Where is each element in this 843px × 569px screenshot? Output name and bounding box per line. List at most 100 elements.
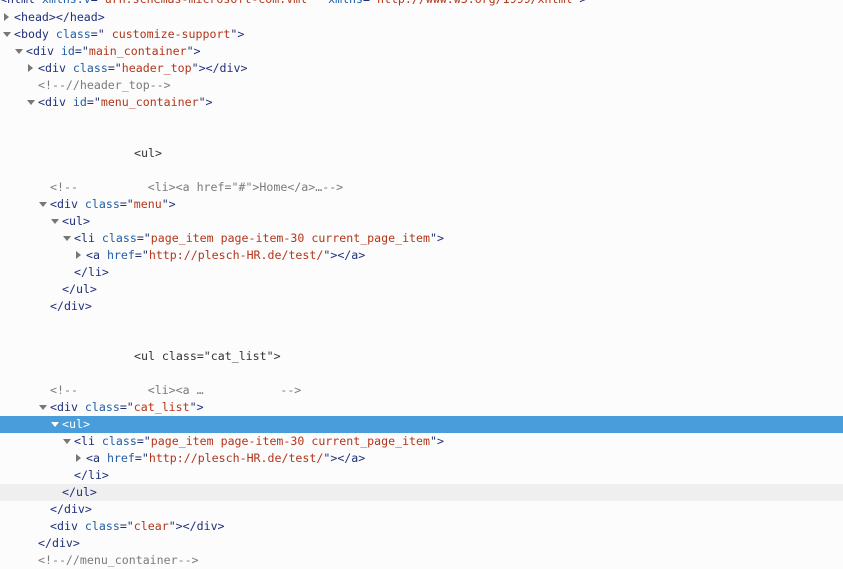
dom-node-row[interactable]: <div id="menu_container"> [0,94,843,111]
expand-arrow-down-icon[interactable] [62,433,72,450]
node-markup: <div class="clear"></div> [50,518,225,535]
node-markup: <!--//header_top--> [38,77,171,94]
dom-node-row[interactable]: <li class="page_item page-item-30 curren… [0,230,843,247]
expand-arrow-right-icon[interactable] [74,247,84,264]
tag: </ul> [62,485,97,499]
dom-node-row[interactable]: <!-- <li><a … --> [0,382,843,399]
equals: =" [134,451,149,465]
attribute-value: main_container [88,44,187,58]
dom-node-row[interactable]: <div class="cat_list"> [0,399,843,416]
dom-node-row[interactable]: <a href="http://plesch-HR.de/test/"></a> [0,247,843,264]
tag-open: <div [38,95,73,109]
tag-open: <a [86,451,107,465]
attribute-value: header_top [121,61,192,75]
dom-node-row[interactable]: <div class="header_top"></div> [0,60,843,77]
attribute-name: id [60,44,75,58]
node-markup: <li class="page_item page-item-30 curren… [74,433,444,450]
node-markup: <li class="page_item page-item-30 curren… [74,230,444,247]
expand-arrow-down-icon[interactable] [38,196,48,213]
dom-node-row[interactable]: <!--//header_top--> [0,77,843,94]
dom-node-row[interactable]: </div> [0,535,843,552]
tag: <ul> [62,417,90,431]
tag-end: "> [323,451,338,465]
html-comment: <!--//menu_container--> [38,553,199,567]
node-markup: <body class=" customize-support"> [14,26,244,43]
node-markup: <ul> [134,145,162,162]
expand-arrow-down-icon[interactable] [50,213,60,230]
dom-node-row[interactable]: <html xmlns:v="urn:schemas-microsoft-com… [0,0,843,8]
tag-open: <div [26,44,61,58]
attribute-name: xmlns:v [42,0,91,6]
dom-node-row[interactable]: <ul class="cat_list"> [0,348,843,365]
node-markup: <ul> [62,416,90,433]
expand-arrow-right-icon[interactable] [2,9,12,26]
dom-node-row[interactable]: <a href="http://plesch-HR.de/test/"></a> [0,450,843,467]
expand-arrow-down-icon[interactable] [38,399,48,416]
equals: =" [134,248,149,262]
tag-end: "> [191,61,206,75]
tag-open: <div [38,61,73,75]
equals: =" [90,27,105,41]
tag-open: <li [74,434,102,448]
expand-arrow-down-icon[interactable] [14,43,24,60]
attribute-name: class [101,231,137,245]
equals: =" [363,0,377,6]
expand-arrow-down-icon[interactable] [26,94,36,111]
node-markup: <div class="header_top"></div> [38,60,247,77]
dom-node-row[interactable]: <!-- <li><a href="#">Home</a>…--> [0,179,843,196]
attribute-value: http://plesch-HR.de/test/ [148,248,324,262]
dom-node-row[interactable]: <!--//menu_container--> [0,552,843,569]
attribute-value: clear [133,519,169,533]
dom-node-row[interactable]: <div class="clear"></div> [0,518,843,535]
node-markup: <ul> [62,213,90,230]
node-markup: <ul class="cat_list"> [134,348,281,365]
equals: =" [91,0,105,6]
attribute-name: class [72,61,108,75]
equals: =" [136,231,151,245]
tag-open: <div [50,197,85,211]
attribute-value: page_item page-item-30 current_page_item [150,434,430,448]
dom-node-row[interactable]: </ul> [0,484,843,501]
equals: =" [107,61,122,75]
tag-end: "> [186,44,201,58]
dom-node-row[interactable]: </ul> [0,281,843,298]
expand-arrow-down-icon[interactable] [50,416,60,433]
tag-open: <html [0,0,42,6]
expand-arrow-right-icon[interactable] [26,60,36,77]
node-markup: </li> [74,264,109,281]
dom-node-row[interactable]: <div class="menu"> [0,196,843,213]
html-comment: <!-- <li><a … --> [50,383,302,397]
attribute-name: class [55,27,91,41]
node-markup: <a href="http://plesch-HR.de/test/"></a> [86,450,365,467]
closing-tag: </div> [182,519,225,533]
tag: </ul> [62,282,97,296]
dom-node-row[interactable]: <div id="main_container"> [0,43,843,60]
dom-node-row[interactable]: <li class="page_item page-item-30 curren… [0,433,843,450]
node-markup: <!--//menu_container--> [38,552,199,569]
dom-node-row[interactable]: <ul> [0,145,843,162]
dom-node-row[interactable]: </li> [0,467,843,484]
dom-node-row[interactable]: <body class=" customize-support"> [0,26,843,43]
tag: </div> [50,299,92,313]
node-markup: <html xmlns:v="urn:schemas-microsoft-com… [0,0,586,8]
equals: =" [119,197,134,211]
dom-node-row[interactable]: </div> [0,501,843,518]
expand-arrow-down-icon[interactable] [2,26,12,43]
expand-arrow-right-icon[interactable] [74,450,84,467]
tag-open: <div [50,400,85,414]
node-markup: <!-- <li><a href="#">Home</a>…--> [50,179,343,196]
attribute-name: class [84,519,120,533]
dom-node-row[interactable]: <ul> [0,416,843,433]
node-markup: <div class="menu"> [50,196,176,213]
attribute-value: page_item page-item-30 current_page_item [150,231,430,245]
equals: =" [86,95,101,109]
dom-node-row[interactable]: <head></head> [0,9,843,26]
expand-arrow-down-icon[interactable] [62,230,72,247]
dom-inspector-tree: <html xmlns:v="urn:schemas-microsoft-com… [0,0,843,569]
tag-end: "> [230,27,245,41]
dom-node-row[interactable]: </div> [0,298,843,315]
quote: " [307,0,328,6]
equals: =" [74,44,89,58]
dom-node-row[interactable]: <ul> [0,213,843,230]
dom-node-row[interactable]: </li> [0,264,843,281]
